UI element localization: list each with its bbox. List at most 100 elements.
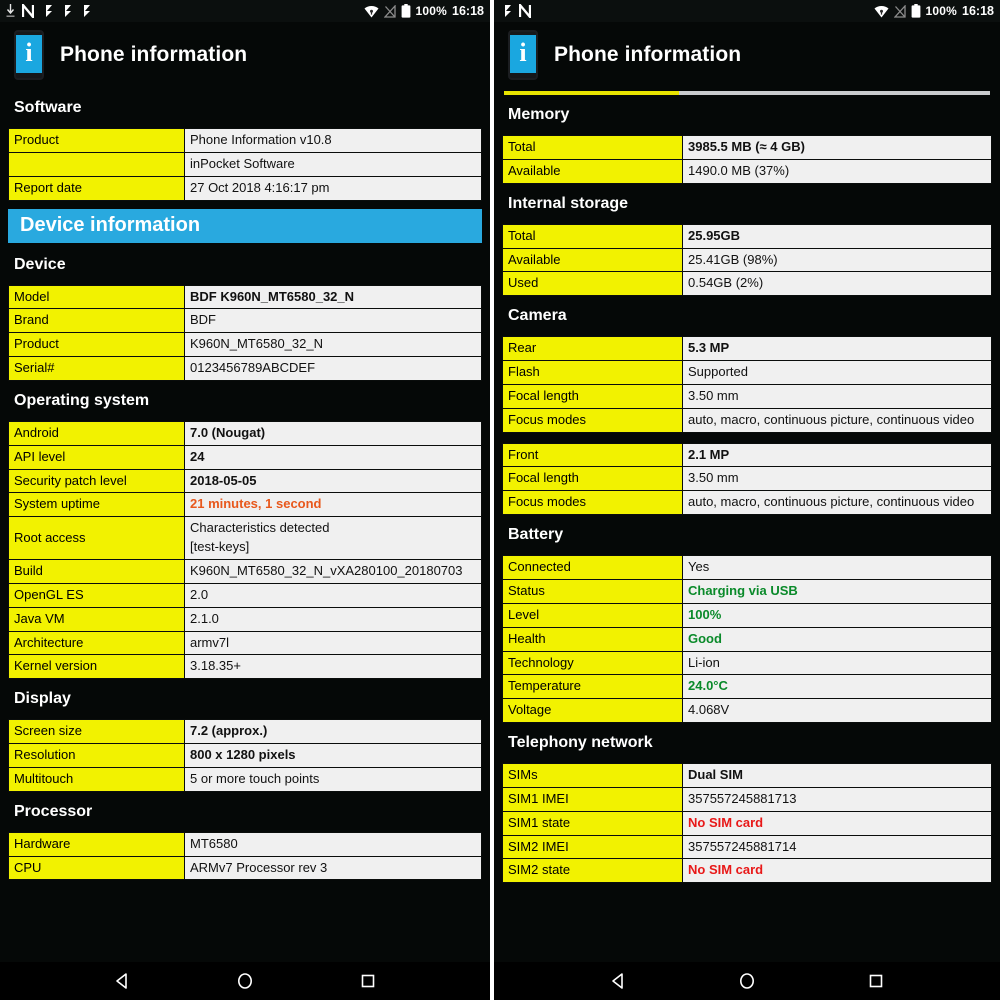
row-value: 2.1 MP bbox=[682, 442, 992, 468]
row-value: 7.0 (Nougat) bbox=[184, 420, 482, 446]
table-row: SIM1 IMEI 357557245881713 bbox=[502, 786, 992, 812]
navigation-bar-left bbox=[0, 962, 490, 1000]
row-value: 100% bbox=[682, 602, 992, 628]
row-key: Multitouch bbox=[8, 766, 185, 792]
row-key: Focus modes bbox=[502, 490, 683, 516]
section-title-battery: Battery bbox=[508, 526, 564, 544]
info-table: Total 3985.5 MB (≈ 4 GB) Available 1490.0 M… bbox=[502, 135, 992, 184]
device-information-banner: Device information bbox=[8, 208, 482, 243]
status-bar-notification-icons bbox=[500, 4, 874, 18]
table-row: Front 2.1 MP bbox=[502, 442, 992, 468]
no-signal-icon bbox=[383, 4, 396, 18]
row-key: Available bbox=[502, 158, 683, 184]
home-circle-icon[interactable] bbox=[236, 972, 254, 990]
table-row: SIM2 IMEI 357557245881714 bbox=[502, 834, 992, 860]
back-triangle-icon[interactable] bbox=[113, 972, 131, 990]
table-row: Serial# 0123456789ABCDEF bbox=[8, 356, 482, 381]
table-row: Total 25.95GB bbox=[502, 223, 992, 249]
loading-progress-fill bbox=[504, 91, 679, 95]
row-value: Good bbox=[682, 626, 992, 652]
section-title-device: Device bbox=[14, 255, 66, 273]
row-key: OpenGL ES bbox=[8, 582, 185, 608]
back-triangle-icon[interactable] bbox=[609, 972, 627, 990]
row-key: Focal length bbox=[502, 383, 683, 409]
row-key: CPU bbox=[8, 855, 185, 881]
phone-info-icon: i bbox=[508, 30, 538, 80]
row-value: ARMv7 Processor rev 3 bbox=[184, 855, 482, 881]
recents-square-icon[interactable] bbox=[359, 972, 377, 990]
row-key: Technology bbox=[502, 650, 683, 676]
table-row: API level 24 bbox=[8, 444, 482, 470]
left-screen-content: 100% 16:18 i Phone information Software P… bbox=[0, 0, 490, 962]
navigation-bar-right bbox=[494, 962, 1000, 1000]
right-screen-content: 100% 16:18 i Phone information Memory Tot… bbox=[494, 0, 1000, 962]
row-key: Front bbox=[502, 442, 683, 468]
row-key: Android bbox=[8, 420, 185, 446]
row-key: Security patch level bbox=[8, 468, 185, 494]
recents-square-icon[interactable] bbox=[867, 972, 885, 990]
row-key: Screen size bbox=[8, 719, 185, 745]
phone-info-icon: i bbox=[14, 30, 44, 80]
row-value: 2.1.0 bbox=[184, 606, 482, 632]
row-key: Rear bbox=[502, 336, 683, 362]
table-row: Root access Characteristics detected [test… bbox=[8, 516, 482, 560]
row-key: Flash bbox=[502, 360, 683, 385]
row-key: Health bbox=[502, 626, 683, 652]
table-row: SIM2 state No SIM card bbox=[502, 858, 992, 884]
row-key: Root access bbox=[8, 516, 185, 560]
row-value: 24 bbox=[184, 444, 482, 470]
app-title: Phone information bbox=[60, 43, 248, 66]
no-signal-icon bbox=[893, 4, 906, 18]
loading-progress-track bbox=[678, 91, 990, 95]
info-table: Hardware MT6580 CPU ARMv7 Processor rev 3 bbox=[8, 831, 482, 881]
table-row: SIM1 state No SIM card bbox=[502, 810, 992, 836]
table-row: Voltage 4.068V bbox=[502, 698, 992, 724]
row-value: 7.2 (approx.) bbox=[184, 719, 482, 745]
row-value: 25.41GB (98%) bbox=[682, 247, 992, 273]
row-key: Hardware bbox=[8, 831, 185, 857]
table-row: Focus modes auto, macro, continuous pictu… bbox=[502, 407, 992, 433]
section-title-internal-storage: Internal storage bbox=[508, 194, 629, 212]
row-value: 0123456789ABCDEF bbox=[184, 356, 482, 381]
row-value: 24.0°C bbox=[682, 674, 992, 700]
flag-icon bbox=[60, 4, 72, 18]
row-key: Product bbox=[8, 128, 185, 153]
left-phone-screen: 100% 16:18 i Phone information Software P… bbox=[0, 0, 490, 1000]
row-key: Report date bbox=[8, 175, 185, 201]
table-row: Rear 5.3 MP bbox=[502, 336, 992, 362]
clock-label: 16:18 bbox=[452, 4, 484, 18]
row-value: Charging via USB bbox=[682, 578, 992, 604]
section-title-display: Display bbox=[14, 690, 71, 708]
info-table: Android 7.0 (Nougat) API level 24 Security p… bbox=[8, 420, 482, 680]
row-value: auto, macro, continuous picture, continu… bbox=[682, 407, 992, 433]
table-row: SIMs Dual SIM bbox=[502, 763, 992, 788]
table-row: Report date 27 Oct 2018 4:16:17 pm bbox=[8, 175, 482, 201]
home-circle-icon[interactable] bbox=[738, 972, 756, 990]
app-header-left: i Phone information bbox=[0, 22, 490, 88]
battery-full-icon bbox=[911, 4, 921, 18]
table-row: Multitouch 5 or more touch points bbox=[8, 766, 482, 792]
row-key: Voltage bbox=[502, 698, 683, 724]
battery-percent-label: 100% bbox=[925, 4, 958, 18]
flag-icon bbox=[500, 4, 512, 18]
table-row: Available 1490.0 MB (37%) bbox=[502, 158, 992, 184]
row-value: 3.50 mm bbox=[682, 466, 992, 492]
row-value: MT6580 bbox=[184, 831, 482, 857]
row-value: 5 or more touch points bbox=[184, 766, 482, 792]
row-key: Serial# bbox=[8, 356, 185, 381]
row-value: 357557245881713 bbox=[682, 786, 992, 812]
row-value: 5.3 MP bbox=[682, 336, 992, 362]
table-row: Android 7.0 (Nougat) bbox=[8, 420, 482, 446]
row-key: Status bbox=[502, 578, 683, 604]
row-value: 0.54GB (2%) bbox=[682, 271, 992, 297]
row-value: Characteristics detected [test-keys] bbox=[184, 516, 482, 560]
row-key: Used bbox=[502, 271, 683, 297]
row-value: 2018-05-05 bbox=[184, 468, 482, 494]
row-key: Focus modes bbox=[502, 407, 683, 433]
wifi-icon bbox=[364, 5, 379, 18]
row-key bbox=[8, 151, 185, 177]
row-key: Kernel version bbox=[8, 654, 185, 680]
table-row: Total 3985.5 MB (≈ 4 GB) bbox=[502, 135, 992, 160]
section-title-software: Software bbox=[14, 99, 82, 116]
row-value: inPocket Software bbox=[184, 151, 482, 177]
